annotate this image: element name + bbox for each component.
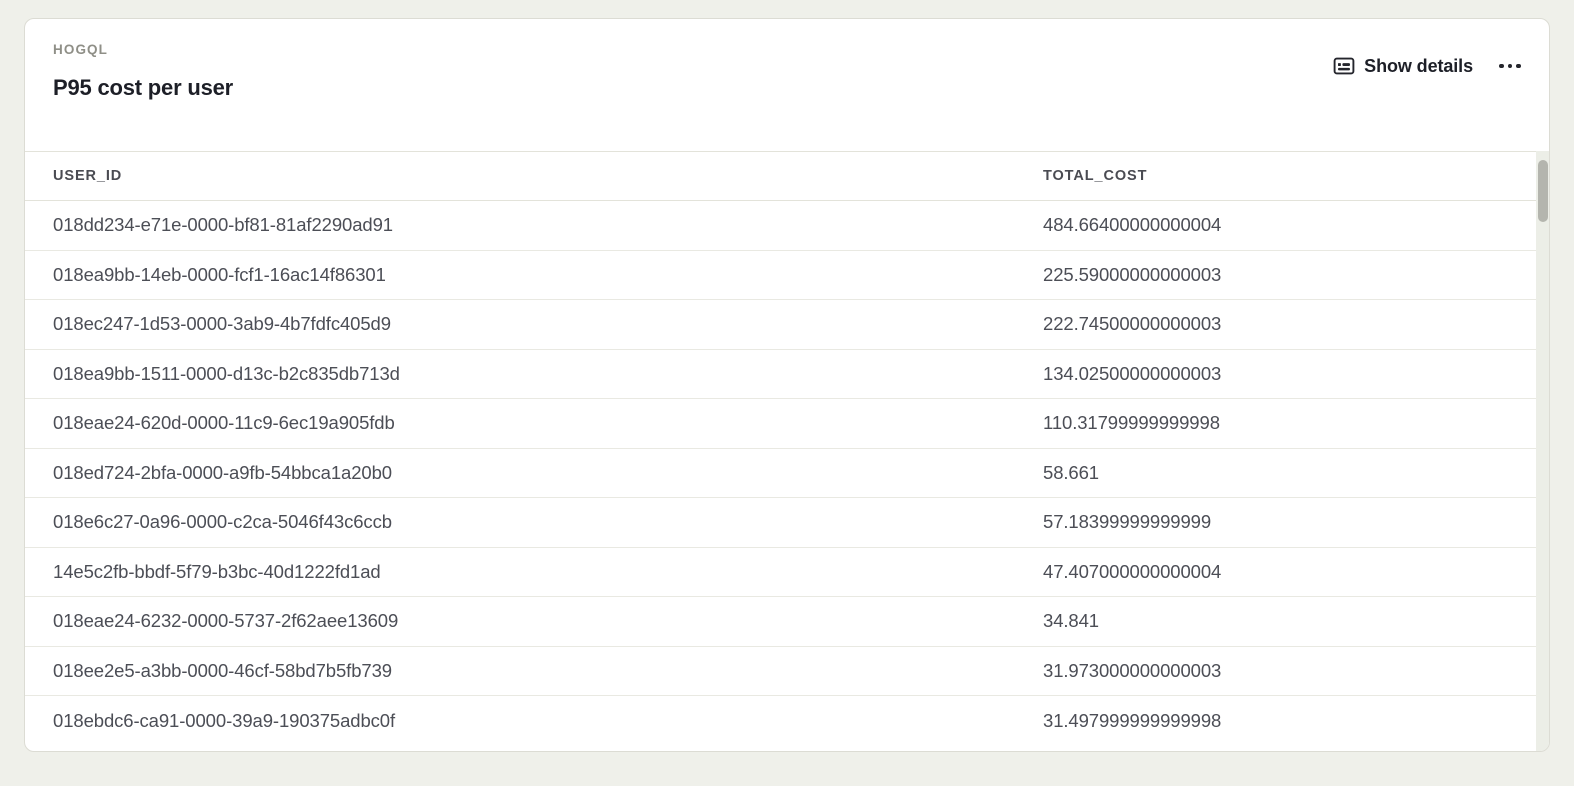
table-cell-total-cost: 225.59000000000003 <box>1015 249 1549 300</box>
results-table: USER_ID TOTAL_COST 018dd234-e71e-0000-bf… <box>25 151 1549 745</box>
show-details-label: Show details <box>1364 55 1473 76</box>
table-row[interactable]: 018eae24-620d-0000-11c9-6ec19a905fdb 110.… <box>25 398 1549 448</box>
table-cell-user-id: 018ee2e5-a3bb-0000-46cf-58bd7b5fb739 <box>25 645 1015 696</box>
ellipsis-horizontal-icon <box>1499 63 1504 69</box>
card-kicker: HOGQL <box>53 42 108 57</box>
table-cell-user-id: 018ea9bb-1511-0000-d13c-b2c835db713d <box>25 348 1015 399</box>
table-cell-user-id: 018ea9bb-14eb-0000-fcf1-16ac14f86301 <box>25 249 1015 300</box>
table-cell-user-id: 14e5c2fb-bbdf-5f79-b3bc-40d1222fd1ad <box>25 546 1015 597</box>
table-header-row: USER_ID TOTAL_COST <box>25 151 1549 201</box>
table-cell-user-id: 018e6c27-0a96-0000-c2ca-5046f43c6ccb <box>25 497 1015 547</box>
table-cell-user-id: 018ed724-2bfa-0000-a9fb-54bbca1a20b0 <box>25 447 1015 498</box>
details-card-icon <box>1333 55 1355 77</box>
table-cell-total-cost: 47.407000000000004 <box>1015 546 1549 597</box>
table-cell-total-cost: 31.973000000000003 <box>1015 645 1549 696</box>
ellipsis-horizontal-icon <box>1516 63 1521 69</box>
insight-card: HOGQL P95 cost per user Show details USE… <box>24 18 1550 752</box>
table-row[interactable]: 14e5c2fb-bbdf-5f79-b3bc-40d1222fd1ad 47.4… <box>25 546 1549 597</box>
show-details-button[interactable]: Show details <box>1327 49 1479 83</box>
app-root: HOGQL P95 cost per user Show details USE… <box>0 0 1574 786</box>
table-cell-total-cost: 484.66400000000004 <box>1015 200 1549 250</box>
table-cell-user-id: 018eae24-6232-0000-5737-2f62aee13609 <box>25 596 1015 646</box>
table-row[interactable]: 018ebdc6-ca91-0000-39a9-190375adbc0f 31.4… <box>25 695 1549 745</box>
table-row[interactable]: 018ee2e5-a3bb-0000-46cf-58bd7b5fb739 31.9… <box>25 645 1549 696</box>
table-row[interactable]: 018e6c27-0a96-0000-c2ca-5046f43c6ccb 57.1… <box>25 497 1549 547</box>
table-cell-user-id: 018dd234-e71e-0000-bf81-81af2290ad91 <box>25 200 1015 250</box>
table-row[interactable]: 018ea9bb-14eb-0000-fcf1-16ac14f86301 225.… <box>25 249 1549 300</box>
table-row[interactable]: 018ea9bb-1511-0000-d13c-b2c835db713d 134.… <box>25 348 1549 399</box>
header-actions: Show details <box>1327 49 1527 83</box>
table-cell-total-cost: 134.02500000000003 <box>1015 348 1549 399</box>
table-row[interactable]: 018dd234-e71e-0000-bf81-81af2290ad91 484.… <box>25 200 1549 250</box>
column-header-total-cost[interactable]: TOTAL_COST <box>1015 151 1549 201</box>
table-row[interactable]: 018ed724-2bfa-0000-a9fb-54bbca1a20b0 58.6… <box>25 447 1549 498</box>
more-options-button[interactable] <box>1493 51 1527 81</box>
table-cell-total-cost: 34.841 <box>1015 596 1549 646</box>
page-title: P95 cost per user <box>53 74 234 100</box>
table-row[interactable]: 018eae24-6232-0000-5737-2f62aee13609 34.8… <box>25 596 1549 646</box>
card-header: HOGQL P95 cost per user Show details <box>25 19 1549 151</box>
table-row[interactable]: 018ec247-1d53-0000-3ab9-4b7fdfc405d9 222.… <box>25 299 1549 349</box>
results-table-scroll[interactable]: USER_ID TOTAL_COST 018dd234-e71e-0000-bf… <box>25 151 1549 751</box>
table-cell-total-cost: 58.661 <box>1015 447 1549 498</box>
table-cell-total-cost: 57.18399999999999 <box>1015 497 1549 547</box>
table-head: USER_ID TOTAL_COST <box>25 151 1549 201</box>
table-cell-user-id: 018eae24-620d-0000-11c9-6ec19a905fdb <box>25 398 1015 448</box>
column-header-user-id[interactable]: USER_ID <box>25 151 1015 201</box>
table-cell-total-cost: 31.497999999999998 <box>1015 695 1549 745</box>
vertical-scrollbar-thumb[interactable] <box>1537 160 1548 222</box>
table-cell-user-id: 018ec247-1d53-0000-3ab9-4b7fdfc405d9 <box>25 299 1015 349</box>
ellipsis-horizontal-icon <box>1507 63 1513 69</box>
vertical-scrollbar-track[interactable] <box>1536 151 1549 751</box>
table-cell-total-cost: 110.31799999999998 <box>1015 398 1549 448</box>
table-cell-total-cost: 222.74500000000003 <box>1015 299 1549 349</box>
table-body: 018dd234-e71e-0000-bf81-81af2290ad91 484.… <box>25 200 1549 745</box>
results-table-container: USER_ID TOTAL_COST 018dd234-e71e-0000-bf… <box>25 151 1549 751</box>
table-cell-user-id: 018ebdc6-ca91-0000-39a9-190375adbc0f <box>25 695 1015 745</box>
